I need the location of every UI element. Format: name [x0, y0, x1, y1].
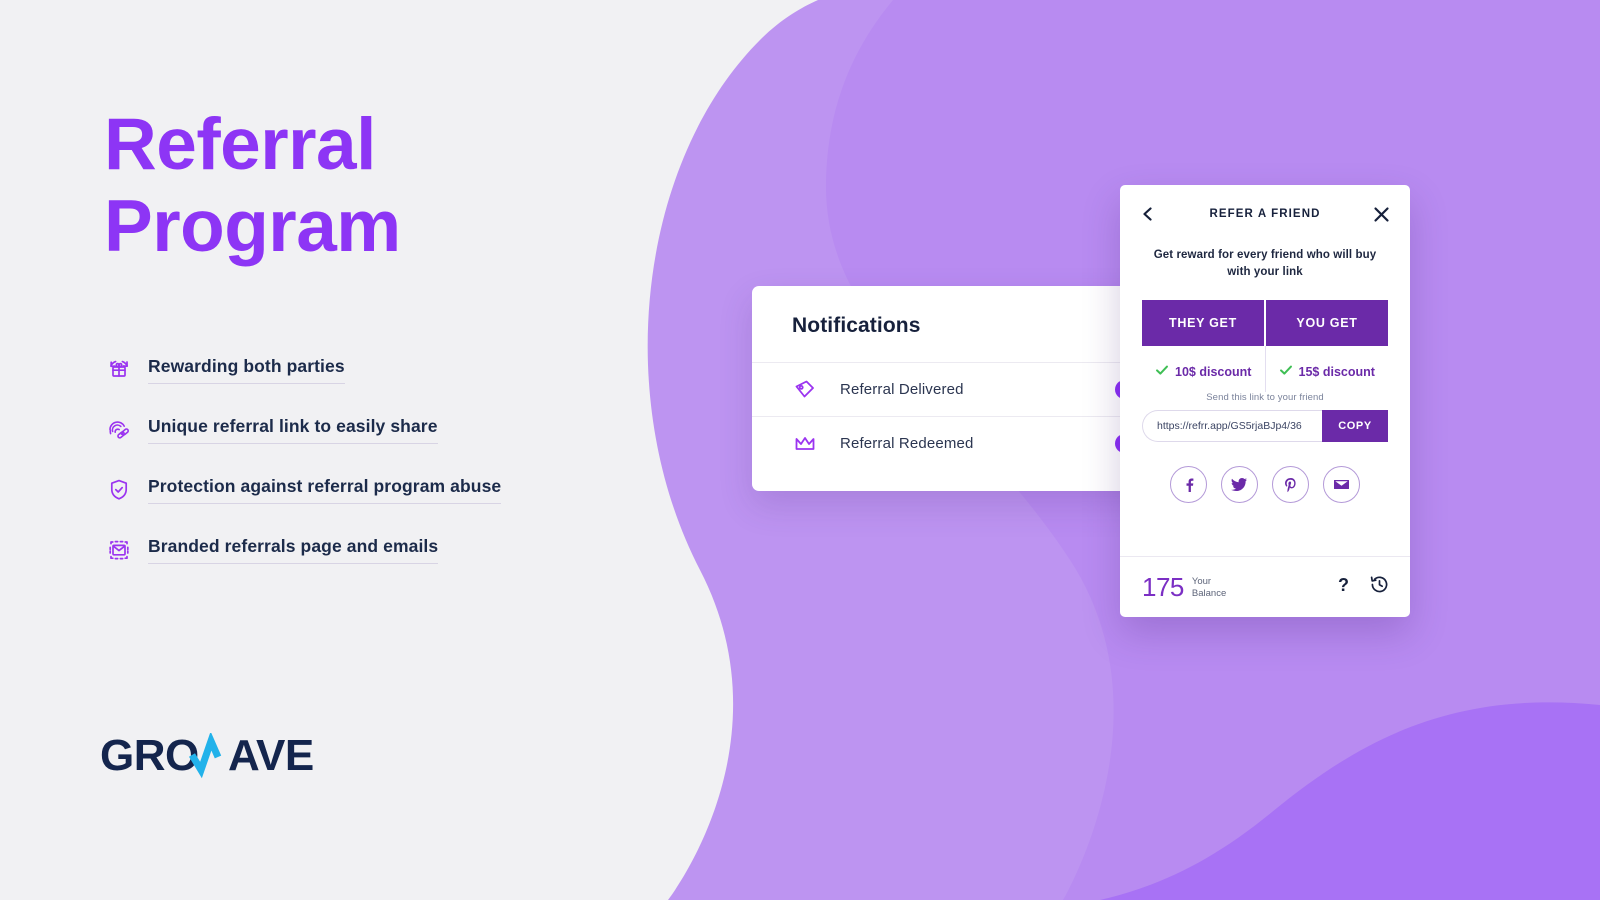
close-icon[interactable]: [1368, 206, 1390, 223]
shield-check-icon: [104, 475, 148, 505]
social-share-buttons: [1120, 442, 1410, 504]
reward-values: 10$ discount 15$ discount: [1142, 346, 1389, 393]
refer-a-friend-widget: REFER A FRIEND Get reward for every frie…: [1120, 185, 1410, 617]
check-icon: [1279, 363, 1293, 380]
widget-title: REFER A FRIEND: [1209, 208, 1321, 220]
gift-refresh-icon: [104, 355, 148, 385]
title-line-1: Referral: [104, 104, 376, 185]
notifications-rows: Referral Delivered Referral Redeemed: [752, 362, 1182, 470]
notification-row-referral-redeemed[interactable]: Referral Redeemed: [752, 416, 1182, 470]
chevron-left-icon[interactable]: [1140, 206, 1162, 222]
feature-item-unique-link: Unique referral link to easily share: [104, 400, 664, 460]
feature-label: Protection against referral program abus…: [148, 476, 502, 504]
feature-item-branded-page: Branded referrals page and emails: [104, 520, 664, 580]
envelope-frame-icon: [104, 535, 148, 565]
fingerprint-link-icon: [104, 415, 148, 445]
reward-they-get: 10$ discount: [1142, 346, 1265, 392]
question-mark-icon[interactable]: ?: [1334, 575, 1352, 600]
footer-actions: ?: [1334, 574, 1390, 600]
pinterest-icon[interactable]: [1272, 466, 1309, 504]
twitter-icon[interactable]: [1221, 466, 1258, 504]
page-title: Referral Program: [104, 104, 624, 268]
reward-label: 15$ discount: [1298, 364, 1375, 379]
feature-item-rewarding: Rewarding both parties: [104, 340, 664, 400]
svg-text:GRO: GRO: [100, 733, 199, 779]
copy-button[interactable]: COPY: [1322, 410, 1388, 443]
widget-subtitle: Get reward for every friend who will buy…: [1153, 249, 1377, 278]
notification-label: Referral Delivered: [840, 381, 964, 398]
tag-icon: [792, 377, 840, 403]
history-clock-icon[interactable]: [1369, 574, 1390, 600]
feature-label: Branded referrals page and emails: [148, 536, 439, 564]
notifications-title: Notifications: [792, 314, 921, 337]
feature-list: Rewarding both parties Unique referral l…: [104, 340, 664, 580]
promo-banner: Referral Program Rewarding both parties: [0, 0, 1600, 900]
title-line-2: Program: [104, 185, 401, 267]
check-icon: [1155, 363, 1169, 380]
tab-you-get[interactable]: YOU GET: [1264, 300, 1388, 347]
reward-tabs: THEY GET YOU GET: [1142, 300, 1388, 347]
notification-label: Referral Redeemed: [840, 435, 974, 452]
crown-icon: [792, 431, 840, 457]
svg-text:AVE: AVE: [228, 733, 314, 779]
notification-row-referral-delivered[interactable]: Referral Delivered: [752, 362, 1182, 416]
link-caption: Send this link to your friend: [1206, 392, 1324, 404]
widget-header: REFER A FRIEND: [1120, 185, 1410, 243]
reward-you-get: 15$ discount: [1264, 346, 1389, 393]
feature-label: Rewarding both parties: [148, 356, 345, 384]
facebook-icon[interactable]: [1170, 466, 1207, 504]
balance-label-line2: Balance: [1191, 588, 1227, 599]
tab-they-get[interactable]: THEY GET: [1142, 300, 1264, 347]
reward-label: 10$ discount: [1175, 364, 1252, 379]
balance-label: Your Balance: [1192, 574, 1226, 600]
feature-item-protection: Protection against referral program abus…: [104, 460, 664, 520]
notifications-card: Notifications Referral Delivered Referra…: [752, 286, 1182, 491]
email-icon[interactable]: [1323, 466, 1360, 504]
balance-value: 175: [1142, 571, 1184, 602]
growave-logo: GRO AVE: [100, 731, 332, 780]
widget-footer: 175 Your Balance ?: [1120, 556, 1410, 617]
referral-link-row: https://refrr.app/GS5rjaBJp4/36 COPY: [1142, 410, 1388, 443]
svg-text:?: ?: [1338, 575, 1349, 595]
feature-label: Unique referral link to easily share: [148, 416, 438, 444]
referral-link-input[interactable]: https://refrr.app/GS5rjaBJp4/36: [1142, 410, 1322, 443]
balance-label-line1: Your: [1191, 576, 1212, 588]
